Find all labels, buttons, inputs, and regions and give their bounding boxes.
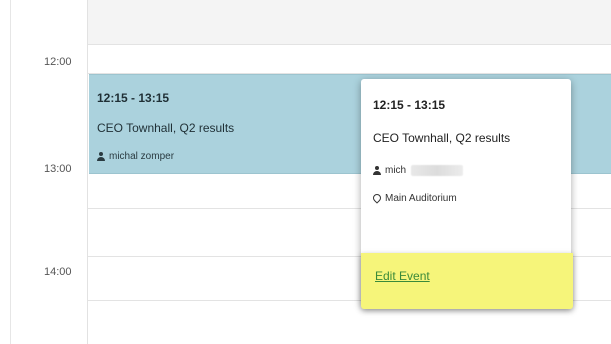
time-gutter-divider	[87, 0, 88, 344]
time-label-14: 14:00	[44, 266, 72, 278]
time-label-12: 12:00	[44, 56, 72, 68]
person-icon	[373, 166, 381, 175]
popup-owner-name: mich	[385, 165, 407, 176]
popup-location-name: Main Auditorium	[385, 193, 457, 204]
edit-event-link[interactable]: Edit Event	[375, 269, 430, 283]
map-pin-icon	[373, 194, 381, 204]
event-owner: michal zomper	[97, 151, 174, 162]
redacted-name	[411, 165, 464, 176]
time-label-13: 13:00	[44, 163, 72, 175]
popup-title: CEO Townhall, Q2 results	[373, 131, 511, 145]
popup-footer-highlight: Edit Event	[361, 253, 573, 309]
slot-line	[88, 44, 611, 45]
all-day-strip	[88, 0, 611, 44]
popup-time: 12:15 - 13:15	[373, 98, 446, 112]
popup-owner: mich	[373, 165, 464, 176]
popup-location: Main Auditorium	[373, 193, 457, 204]
person-icon	[97, 152, 105, 161]
left-border	[10, 0, 11, 344]
event-title: CEO Townhall, Q2 results	[97, 121, 235, 135]
event-owner-name: michal zomper	[109, 151, 175, 162]
calendar-day-view: 12:00 13:00 14:00 12:15 - 13:15 CEO Town…	[0, 0, 611, 344]
event-details-popup: 12:15 - 13:15 CEO Townhall, Q2 results m…	[361, 79, 573, 309]
event-time: 12:15 - 13:15	[97, 91, 170, 105]
